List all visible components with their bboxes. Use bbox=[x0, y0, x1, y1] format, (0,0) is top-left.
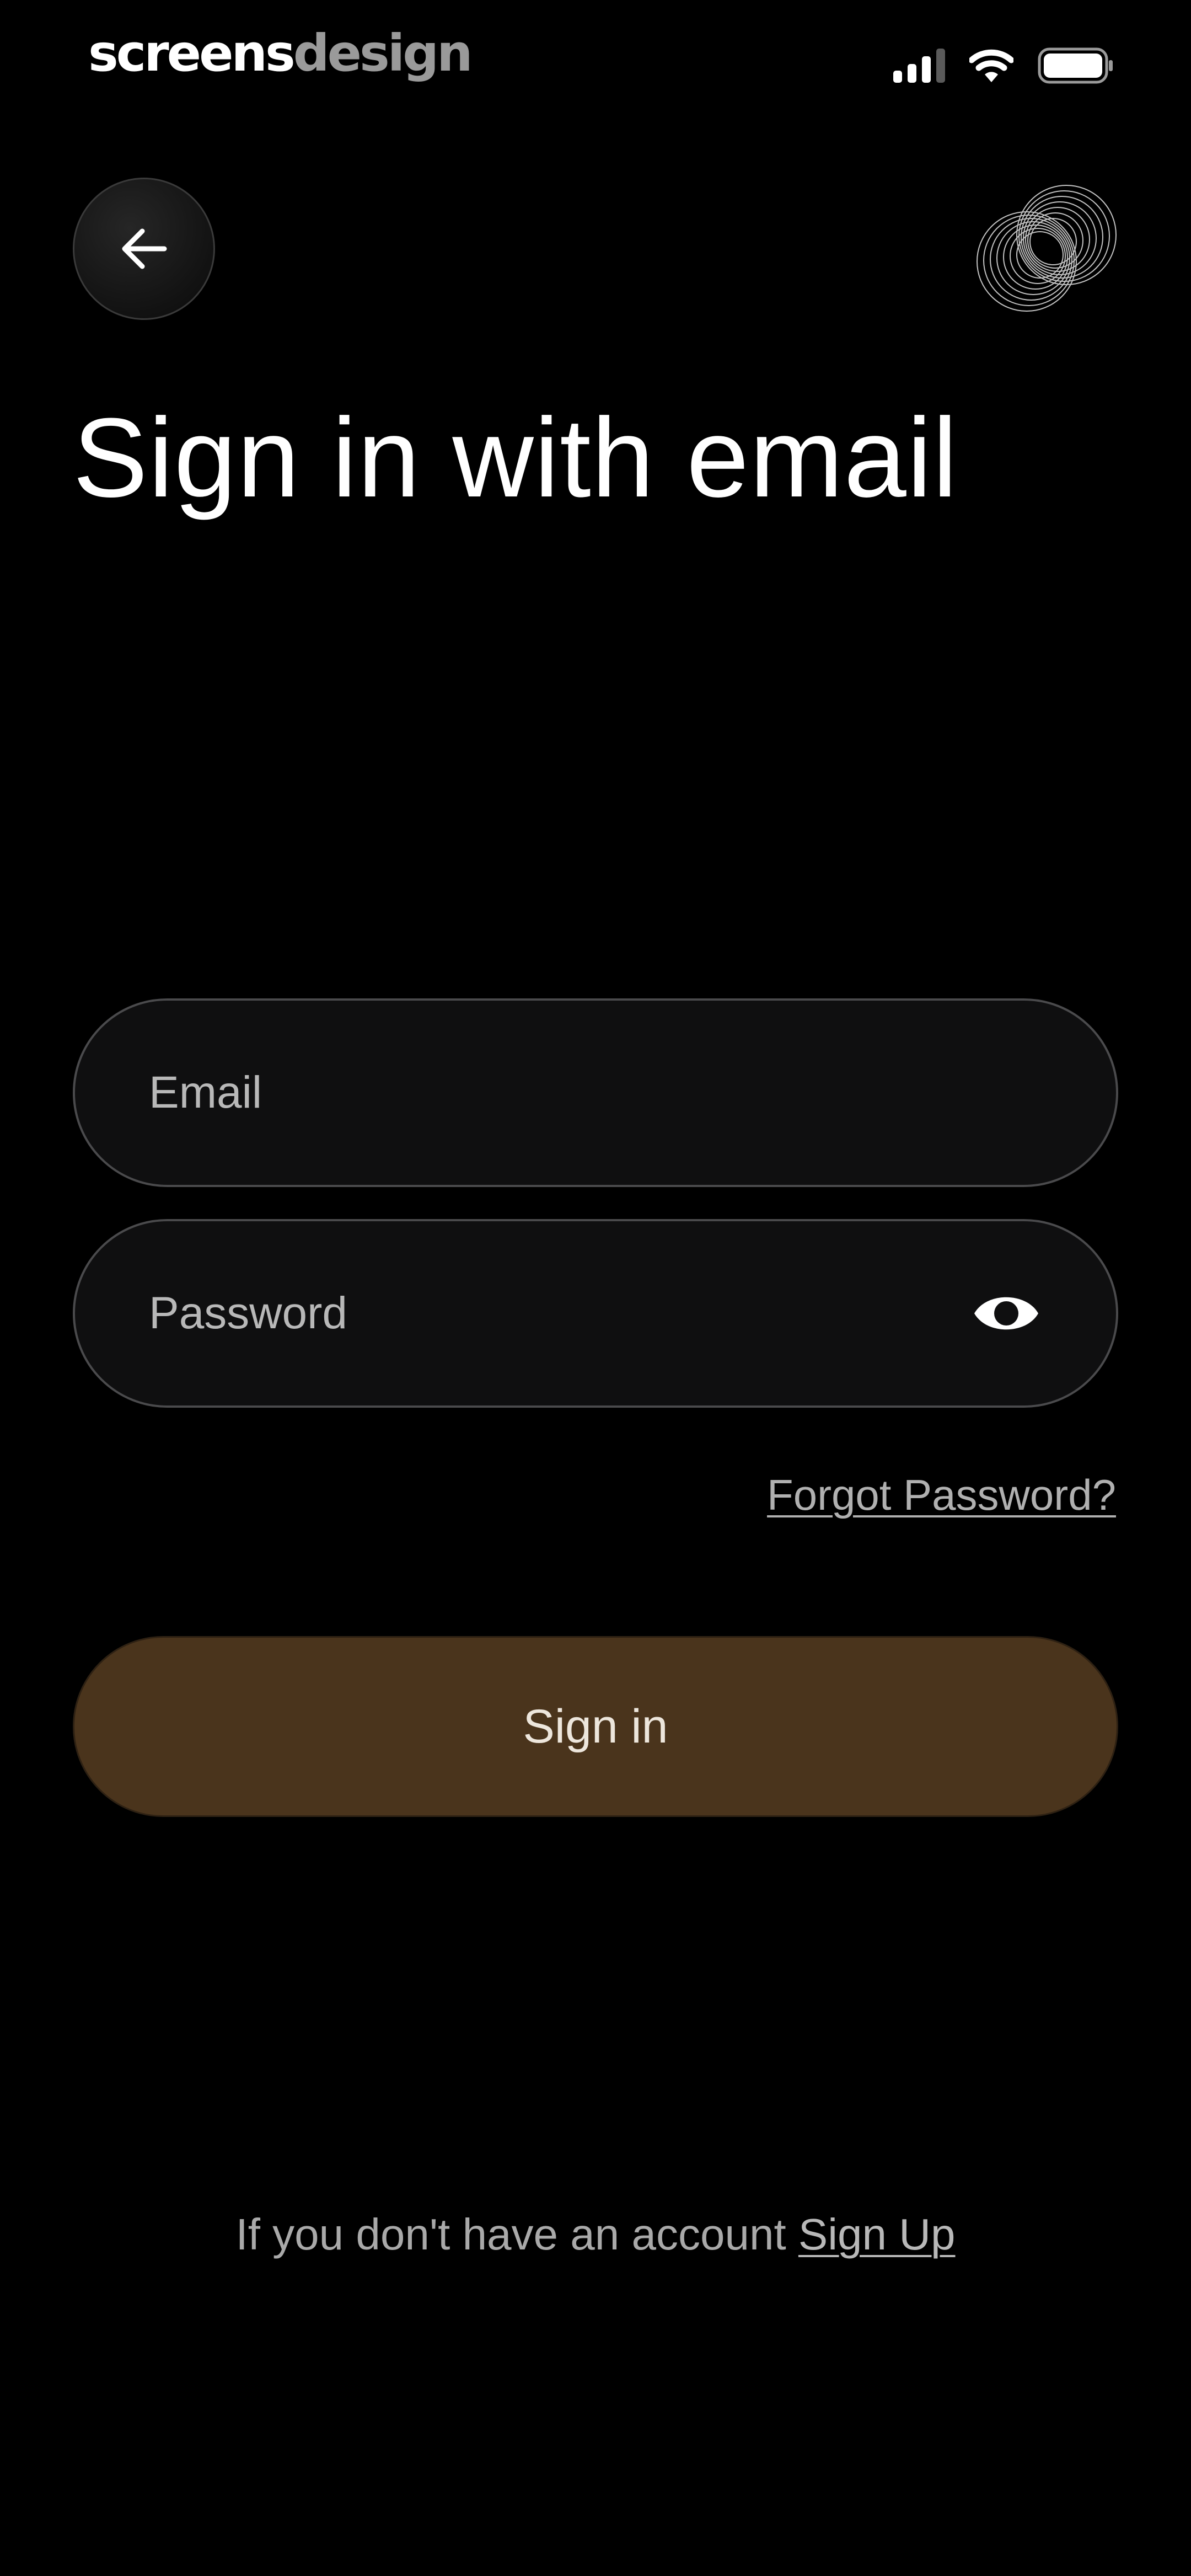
cellular-signal-icon bbox=[893, 49, 945, 83]
page-title: Sign in with email bbox=[73, 395, 958, 521]
battery-icon bbox=[1038, 47, 1113, 84]
password-field[interactable] bbox=[73, 1219, 1118, 1408]
wifi-icon bbox=[969, 49, 1013, 82]
signup-prompt: If you don't have an account Sign Up bbox=[0, 2204, 1191, 2265]
back-button[interactable] bbox=[73, 178, 215, 320]
show-password-button[interactable] bbox=[970, 1286, 1042, 1341]
status-icons bbox=[893, 46, 1114, 85]
email-input[interactable] bbox=[75, 1001, 1116, 1185]
concentric-rings-logo-icon bbox=[977, 185, 1117, 312]
sign-up-link[interactable]: Sign Up bbox=[798, 2210, 956, 2259]
brand-part-screens: screens bbox=[88, 24, 296, 83]
sign-in-screen: screensdesign Sign in with email Email F… bbox=[0, 0, 1191, 2576]
email-field[interactable] bbox=[73, 998, 1118, 1187]
arrow-left-icon bbox=[122, 228, 167, 269]
brand-part-design: design bbox=[293, 24, 473, 83]
signup-prompt-text: If you don't have an account bbox=[235, 2210, 798, 2259]
password-input[interactable] bbox=[75, 1221, 970, 1405]
eye-icon bbox=[974, 1297, 1038, 1330]
sign-in-button[interactable]: Sign in bbox=[73, 1636, 1118, 1817]
brand-wordmark: screensdesign bbox=[88, 23, 473, 84]
forgot-password-link[interactable]: Forgot Password? bbox=[767, 1467, 1116, 1522]
